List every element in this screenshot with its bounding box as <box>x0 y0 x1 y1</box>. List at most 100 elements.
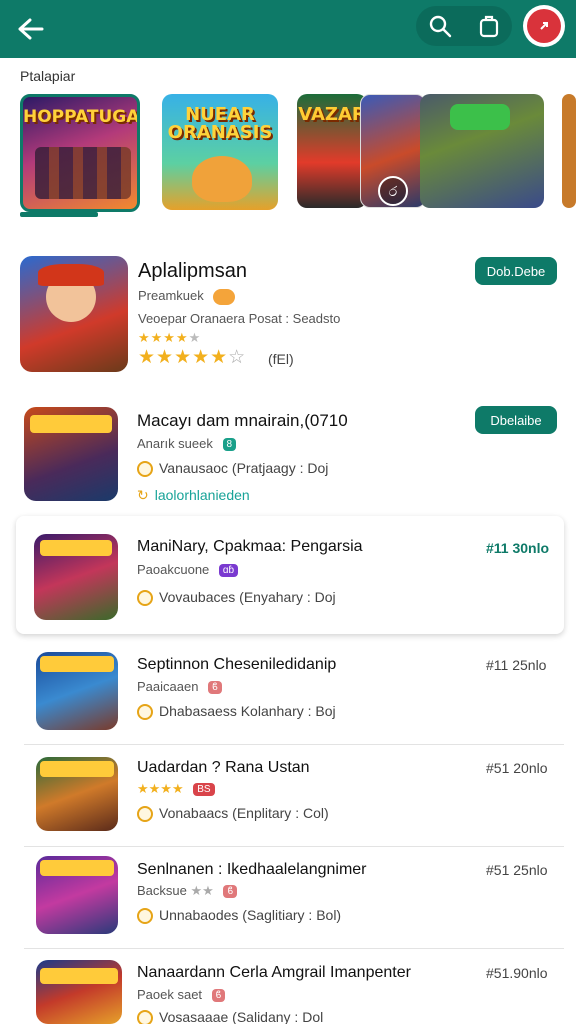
install-button[interactable]: Dob.Debe <box>475 257 557 285</box>
app-title[interactable]: Senlnanen : Ikedhaalelangnimer <box>137 861 367 879</box>
badge-icon: ϐ <box>208 681 222 695</box>
featured-title: VAZAR <box>298 104 366 125</box>
app-developer: Backsue ★★ ϐ <box>137 883 238 899</box>
coin-icon <box>137 590 153 607</box>
top-app-bar <box>0 0 576 58</box>
app-icon[interactable] <box>36 960 122 1024</box>
coin-icon <box>137 461 153 478</box>
rating-stars: ★★★★ <box>137 781 184 796</box>
app-meta: Vosasaaae (Salidany : Dol <box>137 1009 323 1024</box>
video-overlay-icon[interactable]: ර <box>378 176 408 206</box>
rating-stars: ★★ <box>190 883 214 898</box>
icon-banner <box>30 415 112 433</box>
character-hair <box>38 264 104 286</box>
featured-art <box>450 104 510 130</box>
search-button[interactable] <box>426 12 454 40</box>
install-button[interactable]: Dbelaibe <box>475 406 557 434</box>
icon-banner <box>40 540 112 556</box>
app-meta: Vovaubaces (Enyahary : Doj <box>137 589 336 607</box>
divider <box>24 744 564 745</box>
app-developer: Anarık sueek 8 <box>137 436 237 452</box>
meta-text: Unnabaodes (Saglitiary : Bol) <box>159 907 342 923</box>
meta-text: Vovaubaces (Enyahary : Doj <box>159 589 336 605</box>
price: #51 20nlo <box>486 760 548 776</box>
price: #11 30nlo <box>486 540 550 556</box>
app-meta: Vanausaoc (Pratjaagy : Doj <box>137 460 329 478</box>
main-app-meta: Veoepar Oranaera Posat : Seadsto <box>138 311 341 326</box>
rating-stars: ★★★★★☆ <box>138 347 247 368</box>
app-icon[interactable] <box>24 407 118 501</box>
badge-icon: ϐ <box>211 989 226 1003</box>
developer-name: Backsue <box>137 883 187 898</box>
carousel-indicator <box>20 212 98 217</box>
app-icon[interactable] <box>34 534 118 620</box>
price: #11 25nlo <box>486 657 547 673</box>
account-icon <box>527 9 561 43</box>
featured-card-6[interactable] <box>562 94 576 208</box>
price: #51.90nlo <box>486 965 548 981</box>
developer-name: Anarık sueek <box>137 436 213 451</box>
featured-art <box>192 156 252 202</box>
divider <box>24 846 564 847</box>
refresh-icon: ↻ <box>137 487 149 503</box>
main-app-developer: Preamkuek <box>138 288 236 305</box>
divider <box>24 948 564 949</box>
price: #51 25nlo <box>486 862 548 878</box>
app-title[interactable]: Nanaardann Cerla Amgrail Imanpenter <box>137 964 411 982</box>
coin-icon <box>137 908 153 925</box>
app-title[interactable]: Uadardan ? Rana Ustan <box>137 759 310 777</box>
arrow-left-icon <box>18 18 44 40</box>
badge-icon: BS <box>193 783 215 797</box>
main-app-icon[interactable] <box>20 256 128 372</box>
badge-icon: ɑɓ <box>218 564 239 578</box>
back-button[interactable] <box>14 12 48 46</box>
app-meta: Vonabaacs (Enplitary : Col) <box>137 805 329 823</box>
featured-card-3[interactable]: VAZAR <box>297 94 367 208</box>
featured-card-1[interactable]: HOPPATUGAN <box>20 94 140 212</box>
app-title[interactable]: ManiNary, Cpakmaa: Pengarsia <box>137 538 363 556</box>
badge-icon: 8 <box>222 438 237 452</box>
app-icon[interactable] <box>36 652 118 730</box>
app-icon[interactable] <box>36 757 118 831</box>
icon-banner <box>40 860 114 876</box>
app-meta: Unnabaodes (Saglitiary : Bol) <box>137 907 342 925</box>
meta-text: Vosasaaae (Salidany : Dol <box>159 1009 324 1024</box>
app-title[interactable]: Septinnon Cheseniledidanip <box>137 656 336 674</box>
account-button[interactable] <box>523 5 565 47</box>
meta-text: Dhabasaess Kolanhary : Boj <box>159 703 336 719</box>
main-app-title[interactable]: Aplalipmsan <box>138 260 247 283</box>
small-rating-stars: ★★★★★ <box>138 330 202 345</box>
rating-count: (fEl) <box>268 351 294 367</box>
coin-icon <box>137 704 153 721</box>
badge-icon: ϐ <box>223 885 238 899</box>
featured-art <box>35 147 131 199</box>
featured-title: HOPPATUGAN <box>23 107 140 127</box>
app-icon[interactable] <box>36 856 118 934</box>
search-icon <box>429 15 452 38</box>
coin-icon <box>137 806 153 823</box>
app-developer: Paaicaaen ϐ <box>137 679 222 695</box>
section-label: Ptalapiar <box>20 68 76 84</box>
meta-text: Vonabaacs (Enplitary : Col) <box>159 805 329 821</box>
icon-banner <box>40 968 118 984</box>
featured-card-2[interactable]: NUEAR ORANASIS <box>162 94 278 210</box>
app-developer: ★★★★ BS <box>137 781 215 797</box>
app-title[interactable]: Macayı dam mnairain,(0710 <box>137 411 348 431</box>
developer-name: Paoek saet <box>137 987 203 1002</box>
icon-banner <box>40 656 114 672</box>
app-link[interactable]: ↻ laolorhlanieden <box>137 487 250 504</box>
icon-banner <box>40 761 114 777</box>
app-developer: Paoek saet ϐ <box>137 987 226 1003</box>
coin-icon <box>137 1010 153 1024</box>
developer-name: Paoakcuone <box>137 562 210 577</box>
app-developer: Paoakcuone ɑɓ <box>137 562 239 578</box>
share-button[interactable] <box>475 12 503 40</box>
badge-icon <box>213 288 236 305</box>
link-text: laolorhlanieden <box>154 487 250 503</box>
developer-name: Paaicaaen <box>137 679 199 694</box>
developer-name: Preamkuek <box>138 288 204 303</box>
featured-title: NUEAR ORANASIS <box>167 104 273 143</box>
featured-card-5[interactable] <box>420 94 544 208</box>
app-meta: Dhabasaess Kolanhary : Boj <box>137 703 336 721</box>
meta-text: Vanausaoc (Pratjaagy : Doj <box>159 460 329 476</box>
